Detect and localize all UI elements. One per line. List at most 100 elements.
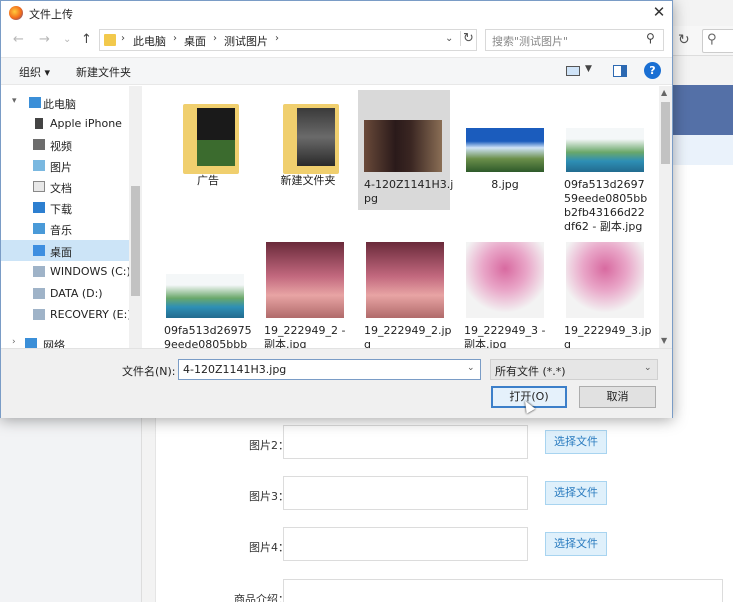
file-name: 4-120Z1141H3.jpg [364, 178, 454, 205]
sidebar-item-documents[interactable]: 文档 [1, 176, 129, 197]
sidebar-item-videos[interactable]: 视频 [1, 134, 129, 155]
chevron-right-icon[interactable]: › [12, 337, 16, 347]
filename-label: 文件名(N): [122, 365, 176, 378]
breadcrumb-desktop[interactable]: 桌面 [184, 33, 206, 49]
scrollbar-thumb[interactable] [131, 186, 140, 296]
file-upload-dialog: 文件上传 ✕ ← → ⌄ ↑ › 此电脑 › 桌面 › 测试图片 › ⌄ ↻ 搜… [0, 0, 673, 418]
sidebar-item-downloads[interactable]: 下载 [1, 197, 129, 218]
sidebar-item-this-pc[interactable]: ▾ 此电脑 [1, 92, 129, 113]
sidebar-item-label: 图片 [50, 161, 72, 174]
sidebar-item-label: DATA (D:) [50, 287, 103, 300]
sidebar-item-label: 视频 [50, 140, 72, 153]
close-button[interactable]: ✕ [649, 3, 669, 23]
sidebar-item-pictures[interactable]: 图片 [1, 155, 129, 176]
image-thumbnail [466, 128, 544, 172]
search-field[interactable]: 搜索"测试图片" ⚲ [485, 29, 664, 51]
file-list-scrollbar[interactable]: ▲ ▼ [659, 86, 672, 348]
file-item-09fa-copy[interactable]: 09fa513d269759eede0805bbb2fb43166d22df62… [558, 90, 650, 233]
filename-input[interactable]: 4-120Z1141H3.jpg ⌄ [178, 359, 481, 380]
chevron-down-icon[interactable]: ⌄ [467, 363, 475, 373]
view-options-icon[interactable] [566, 66, 580, 76]
recent-locations-icon[interactable]: ⌄ [63, 34, 71, 45]
preview-pane-icon[interactable] [613, 65, 627, 77]
image-thumbnail [566, 128, 644, 172]
chevron-down-icon[interactable]: ▼ [585, 64, 592, 74]
choose-file-button[interactable]: 选择文件 [545, 481, 607, 505]
sidebar-item-desktop[interactable]: 桌面 [1, 240, 129, 261]
file-name: 09fa513d269759eede0805bbb [164, 324, 252, 348]
scroll-down-icon[interactable]: ▼ [661, 336, 667, 345]
up-arrow-icon[interactable]: ↑ [81, 32, 92, 47]
new-folder-button[interactable]: 新建文件夹 [76, 64, 131, 80]
sidebar-item-iphone[interactable]: Apple iPhone [1, 113, 129, 134]
cancel-button[interactable]: 取消 [579, 386, 656, 408]
form-row-description: 商品介绍： [156, 579, 733, 602]
sidebar-item-music[interactable]: 音乐 [1, 218, 129, 239]
file-item-folder-ads[interactable]: 广告 [161, 90, 253, 210]
file-name: 19_222949_2 - 副本.jpg [264, 324, 346, 348]
navigation-scrollbar[interactable] [129, 86, 142, 348]
command-toolbar: 组织 ▾ 新建文件夹 ▼ ? [1, 57, 672, 85]
form-row-image4: 图片4： 选择文件 [156, 527, 733, 567]
image4-field[interactable] [283, 527, 528, 561]
sidebar-item-drive-e[interactable]: RECOVERY (E:) [1, 304, 132, 325]
file-item-19-222949-3-copy[interactable]: 19_222949_3 - 副本.jpg [458, 236, 550, 348]
search-icon: ⚲ [646, 31, 655, 45]
file-item-19-222949-2[interactable]: 19_222949_2.jpg [358, 236, 452, 348]
image2-field[interactable] [283, 425, 528, 459]
choose-file-button[interactable]: 选择文件 [545, 430, 607, 454]
breadcrumb-test-images[interactable]: 测试图片 [224, 33, 268, 49]
file-type-select[interactable]: 所有文件 (*.*) ⌄ [490, 359, 658, 380]
sidebar-item-label: 音乐 [50, 224, 72, 237]
sidebar-item-drive-d[interactable]: DATA (D:) [1, 283, 129, 304]
image3-field[interactable] [283, 476, 528, 510]
file-name: 09fa513d269759eede0805bbb2fb43166d22df62… [564, 178, 648, 233]
help-icon[interactable]: ? [644, 62, 661, 79]
file-item-09fa[interactable]: 09fa513d269759eede0805bbb [158, 236, 252, 348]
back-arrow-icon[interactable]: ← [13, 32, 24, 47]
desktop-folder-icon [33, 245, 45, 256]
pictures-folder-icon [33, 160, 45, 171]
sidebar-item-label: WINDOWS (C:) [50, 265, 131, 278]
image-thumbnail [466, 242, 544, 318]
chevron-right-icon: › [121, 33, 125, 44]
file-name: 19_222949_3 - 副本.jpg [464, 324, 546, 348]
file-name: 8.jpg [491, 178, 519, 191]
search-icon: ⚲ [707, 32, 717, 47]
sidebar-item-label: 下载 [50, 203, 72, 216]
navigation-bar: ← → ⌄ ↑ › 此电脑 › 桌面 › 测试图片 › ⌄ ↻ 搜索"测试图片"… [1, 27, 672, 55]
file-item-folder-new[interactable]: 新建文件夹 [261, 90, 353, 210]
file-list: 广告 新建文件夹 4-120Z1141H3.jpg 8.jpg 09fa513d… [143, 86, 672, 348]
file-name: 广告 [197, 174, 219, 187]
refresh-icon[interactable]: ↻ [460, 31, 476, 46]
chevron-right-icon: › [173, 33, 177, 44]
image-thumbnail [166, 274, 244, 318]
file-name: 19_222949_2.jpg [364, 324, 452, 348]
page-header-band [672, 85, 733, 135]
chevron-down-icon[interactable]: ▾ [12, 96, 17, 106]
image-thumbnail [566, 242, 644, 318]
scrollbar-thumb[interactable] [661, 102, 670, 164]
navigation-pane: ▾ 此电脑 Apple iPhone 视频 图片 文档 下载 音乐 桌面 WIN… [1, 86, 142, 352]
scroll-up-icon[interactable]: ▲ [661, 88, 667, 97]
file-item-19-222949-3[interactable]: 19_222949_3.jpg [558, 236, 652, 348]
browser-search-box[interactable]: ⚲ [702, 29, 733, 53]
page-left-panel [0, 418, 142, 602]
dialog-footer: 文件名(N): 4-120Z1141H3.jpg ⌄ 所有文件 (*.*) ⌄ … [1, 348, 672, 418]
sidebar-item-label: RECOVERY (E:) [50, 308, 132, 321]
chevron-down-icon[interactable]: ⌄ [644, 363, 652, 373]
drive-icon [33, 288, 45, 299]
forward-arrow-icon[interactable]: → [39, 32, 50, 47]
breadcrumb-this-pc[interactable]: 此电脑 [133, 33, 166, 49]
file-item-19-222949-2-copy[interactable]: 19_222949_2 - 副本.jpg [258, 236, 350, 348]
description-field[interactable] [283, 579, 723, 602]
file-item-8[interactable]: 8.jpg [458, 90, 550, 210]
organize-button[interactable]: 组织 ▾ [19, 64, 50, 80]
chevron-down-icon[interactable]: ⌄ [445, 33, 453, 44]
choose-file-button[interactable]: 选择文件 [545, 532, 607, 556]
address-bar[interactable]: › 此电脑 › 桌面 › 测试图片 › ⌄ ↻ [99, 29, 477, 51]
form-row-image2: 图片2： 选择文件 [156, 425, 733, 465]
sidebar-item-drive-c[interactable]: WINDOWS (C:) [1, 261, 131, 282]
reload-icon[interactable]: ↻ [678, 32, 690, 48]
file-item-4-120z1141h3[interactable]: 4-120Z1141H3.jpg [358, 90, 453, 210]
